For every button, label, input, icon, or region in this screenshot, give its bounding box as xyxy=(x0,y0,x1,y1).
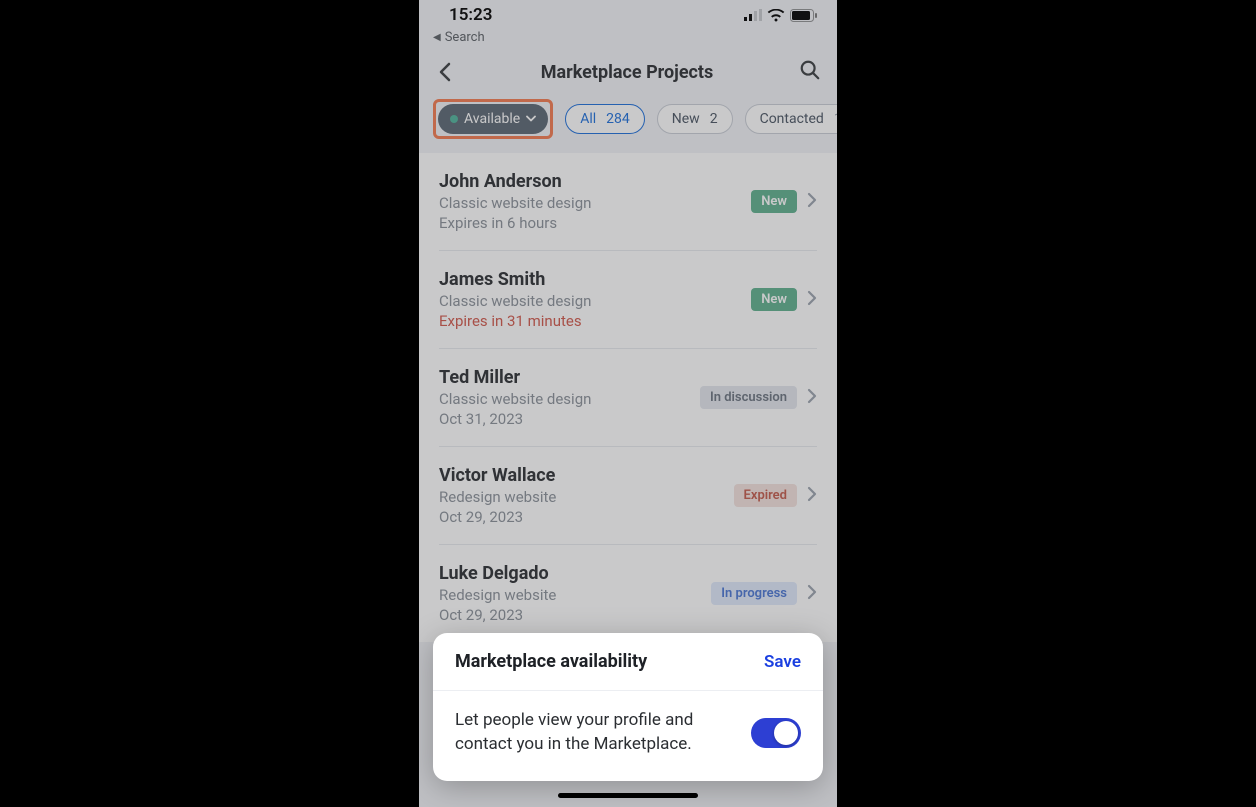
project-subtitle: Classic website design xyxy=(439,390,591,408)
status-badge: Expired xyxy=(734,484,797,507)
sheet-description: Let people view your profile and contact… xyxy=(455,709,731,757)
sheet-title: Marketplace availability xyxy=(455,651,647,672)
project-row-main: Ted Miller Classic website design Oct 31, … xyxy=(439,367,591,428)
project-row[interactable]: Victor Wallace Redesign website Oct 29, 20… xyxy=(439,447,817,545)
project-name: Luke Delgado xyxy=(439,563,556,584)
back-to-app-label: Search xyxy=(445,30,485,45)
sheet-body: Let people view your profile and contact… xyxy=(433,691,823,781)
project-name: Victor Wallace xyxy=(439,465,556,486)
project-row-main: Luke Delgado Redesign website Oct 29, 2023 xyxy=(439,563,556,624)
project-subtitle: Redesign website xyxy=(439,586,556,604)
filter-chip-all[interactable]: All 284 xyxy=(565,104,645,134)
chevron-right-icon xyxy=(807,290,817,310)
project-row[interactable]: Luke Delgado Redesign website Oct 29, 2023… xyxy=(439,545,817,642)
chevron-down-icon xyxy=(526,114,536,124)
status-badge: In discussion xyxy=(700,386,797,409)
filter-chip-label: All xyxy=(580,111,596,127)
projects-list: John Anderson Classic website design Expir… xyxy=(419,153,837,642)
status-indicators xyxy=(744,9,817,22)
project-meta: Oct 31, 2023 xyxy=(439,410,591,428)
filter-chip-label: New xyxy=(672,111,700,127)
filter-chip-contacted[interactable]: Contacted 18 xyxy=(745,104,837,134)
project-row-right: In progress xyxy=(711,582,817,605)
chevron-right-icon xyxy=(807,388,817,408)
project-row-right: New xyxy=(751,288,817,311)
status-badge: In progress xyxy=(711,582,797,605)
project-meta: Expires in 31 minutes xyxy=(439,312,591,330)
save-button[interactable]: Save xyxy=(764,652,801,672)
project-row[interactable]: Ted Miller Classic website design Oct 31, … xyxy=(439,349,817,447)
home-indicator[interactable] xyxy=(558,793,698,798)
project-meta: Expires in 6 hours xyxy=(439,214,591,232)
chevron-left-icon xyxy=(438,62,452,82)
chevron-right-icon xyxy=(807,486,817,506)
project-row-right: In discussion xyxy=(700,386,817,409)
project-subtitle: Redesign website xyxy=(439,488,556,506)
availability-chip-label: Available xyxy=(464,111,520,127)
cellular-icon xyxy=(744,9,762,21)
filter-chip-count: 284 xyxy=(606,111,630,127)
status-dot-icon xyxy=(450,115,458,123)
chevron-right-icon xyxy=(807,584,817,604)
chevron-right-icon xyxy=(807,192,817,212)
filter-chip-count: 2 xyxy=(710,111,718,127)
highlight-annotation: Available xyxy=(433,99,553,139)
project-name: James Smith xyxy=(439,269,591,290)
battery-icon xyxy=(790,9,817,22)
availability-sheet: Marketplace availability Save Let people… xyxy=(433,633,823,781)
project-name: John Anderson xyxy=(439,171,591,192)
project-meta: Oct 29, 2023 xyxy=(439,606,556,624)
project-subtitle: Classic website design xyxy=(439,292,591,310)
back-to-app[interactable]: ◀ Search xyxy=(419,30,837,49)
filter-chips-row: Available All 284 New 2 Contacted 18 I xyxy=(419,99,837,153)
project-name: Ted Miller xyxy=(439,367,591,388)
nav-header: Marketplace Projects xyxy=(419,49,837,99)
search-button[interactable] xyxy=(799,59,821,85)
status-time: 15:23 xyxy=(449,5,492,25)
project-row-main: James Smith Classic website design Expires… xyxy=(439,269,591,330)
filter-chip-label: Contacted xyxy=(760,111,824,127)
toggle-knob xyxy=(774,721,798,745)
project-row-main: Victor Wallace Redesign website Oct 29, 20… xyxy=(439,465,556,526)
availability-toggle[interactable] xyxy=(751,718,801,748)
status-badge: New xyxy=(751,288,797,311)
project-subtitle: Classic website design xyxy=(439,194,591,212)
project-row-right: New xyxy=(751,190,817,213)
sheet-header: Marketplace availability Save xyxy=(433,633,823,691)
project-row[interactable]: James Smith Classic website design Expires… xyxy=(439,251,817,349)
status-badge: New xyxy=(751,190,797,213)
project-row-right: Expired xyxy=(734,484,817,507)
project-row[interactable]: John Anderson Classic website design Expir… xyxy=(439,153,817,251)
wifi-icon xyxy=(767,9,785,22)
back-button[interactable] xyxy=(435,62,455,82)
availability-chip[interactable]: Available xyxy=(438,104,548,134)
status-bar: 15:23 xyxy=(419,0,837,30)
page-title: Marketplace Projects xyxy=(455,62,799,83)
filter-chip-count: 18 xyxy=(834,111,837,127)
project-row-main: John Anderson Classic website design Expir… xyxy=(439,171,591,232)
back-triangle-icon: ◀ xyxy=(433,32,441,43)
project-meta: Oct 29, 2023 xyxy=(439,508,556,526)
search-icon xyxy=(799,59,821,81)
filter-chip-new[interactable]: New 2 xyxy=(657,104,733,134)
